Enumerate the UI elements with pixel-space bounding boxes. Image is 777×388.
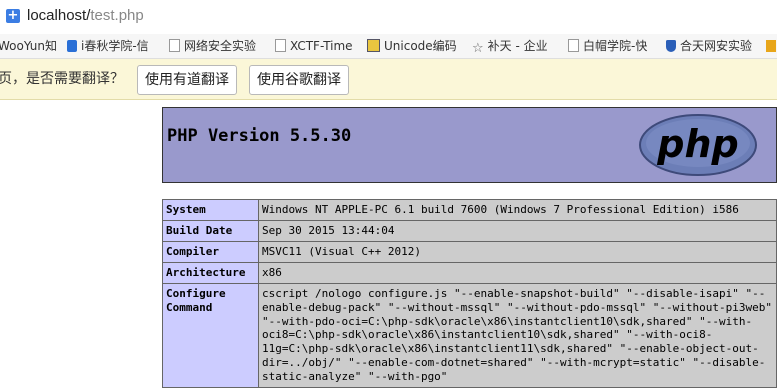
bookmark-ichunqiu[interactable]: i春秋学院-信 (67, 37, 149, 55)
table-row: Architecture x86 (162, 262, 777, 284)
folder-icon (766, 40, 776, 52)
translate-bar: 页，是否需要翻译？ 使用有道翻译 使用谷歌翻译 (0, 59, 777, 100)
table-row: Build Date Sep 30 2015 13:44:04 (162, 220, 777, 242)
row-key: Compiler (162, 241, 259, 263)
bookmark-label: 网络安全实验 (184, 39, 257, 53)
url-path: test.php (90, 7, 144, 24)
php-logo-icon[interactable]: php (638, 113, 758, 177)
unicode-icon (367, 39, 380, 52)
google-translate-button[interactable]: 使用谷歌翻译 (249, 65, 349, 95)
bookmark-label: 合天网安实验 (680, 39, 753, 53)
php-header: PHP Version 5.5.30 php (162, 107, 777, 183)
url-field[interactable]: localhost/test.php (27, 7, 144, 25)
url-host: localhost/ (27, 7, 91, 24)
address-bar[interactable]: + localhost/test.php (0, 0, 777, 35)
bookmark-label: XCTF-Time (290, 39, 353, 53)
bookmark-label: 补天 - 企业 (487, 39, 548, 53)
row-key: System (162, 199, 259, 221)
page-icon (275, 39, 286, 52)
bookmarks-bar: WooYun知 i春秋学院-信 网络安全实验 XCTF-Time Unicode… (0, 34, 777, 59)
bookmark-xctf[interactable]: XCTF-Time (275, 37, 353, 55)
page-icon (169, 39, 180, 52)
bookmark-label: WooYun知 (0, 39, 58, 53)
bookmark-wooyun[interactable]: WooYun知 (0, 37, 57, 55)
table-row: Compiler MSVC11 (Visual C++ 2012) (162, 241, 777, 263)
row-key: Architecture (162, 262, 259, 284)
bookmark-baimao[interactable]: 白帽学院-快 (568, 37, 647, 55)
translate-prompt: 页，是否需要翻译？ (0, 71, 124, 87)
bookmark-unicode[interactable]: Unicode编码 (367, 37, 457, 55)
row-value: MSVC11 (Visual C++ 2012) (258, 241, 777, 263)
star-icon: ☆ (472, 41, 484, 56)
row-key: Build Date (162, 220, 259, 242)
site-info-icon[interactable]: + (6, 9, 20, 23)
bookmark-folder[interactable] (766, 37, 777, 55)
php-logo-text: php (656, 122, 738, 166)
bookmark-butian[interactable]: ☆ 补天 - 企业 (472, 37, 548, 56)
table-row: Configure Command cscript /nologo config… (162, 283, 777, 388)
ichunqiu-icon (67, 40, 77, 52)
row-key: Configure Command (162, 283, 259, 388)
table-row: System Windows NT APPLE-PC 6.1 build 760… (162, 199, 777, 221)
bookmark-label: i春秋学院-信 (81, 39, 149, 53)
row-value: x86 (258, 262, 777, 284)
page-title: PHP Version 5.5.30 (167, 126, 352, 146)
shield-icon (666, 40, 676, 52)
info-table: System Windows NT APPLE-PC 6.1 build 760… (162, 199, 777, 388)
bookmark-netsec-lab[interactable]: 网络安全实验 (169, 37, 256, 55)
bookmark-hetian[interactable]: 合天网安实验 (666, 37, 752, 55)
bookmark-label: 白帽学院-快 (583, 39, 648, 53)
bookmark-label: Unicode编码 (384, 39, 457, 53)
row-value: Sep 30 2015 13:44:04 (258, 220, 777, 242)
row-value: cscript /nologo configure.js "--enable-s… (258, 283, 777, 388)
row-value: Windows NT APPLE-PC 6.1 build 7600 (Wind… (258, 199, 777, 221)
youdao-translate-button[interactable]: 使用有道翻译 (137, 65, 237, 95)
page-icon (568, 39, 579, 52)
